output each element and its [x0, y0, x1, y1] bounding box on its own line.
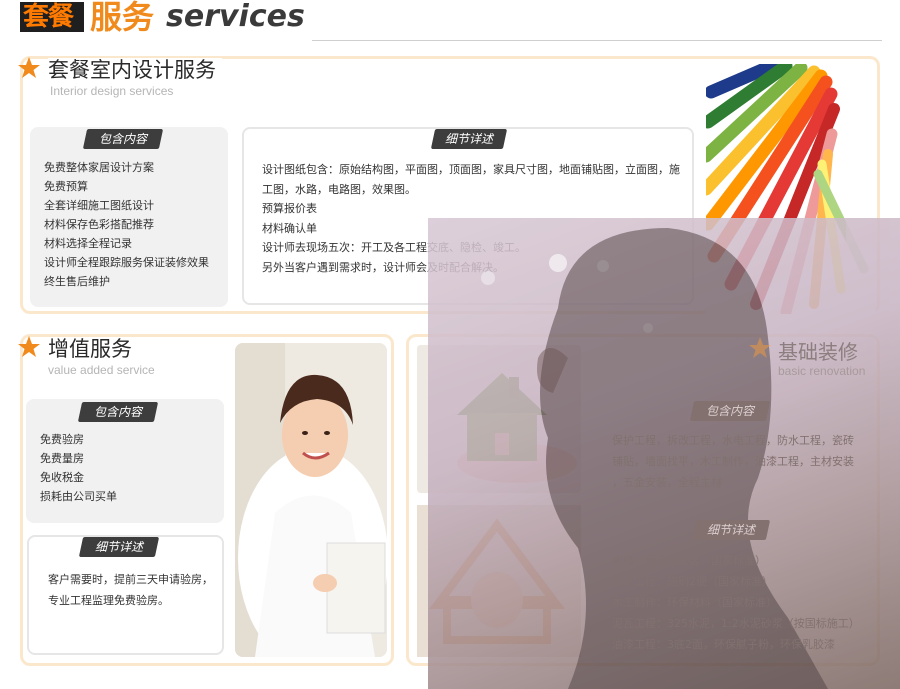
detail-line: 工图，水路，电路图，效果图。	[262, 182, 416, 196]
section3-included-label: 包含内容	[689, 401, 771, 421]
star-icon	[18, 57, 40, 78]
detail-line: 保护工程，拆改工程，水电工程，防水工程，瓷砖	[612, 434, 854, 447]
section1-included-list: 免费整体家居设计方案 免费预算 全套详细施工图纸设计 材料保存色彩搭配推荐 材料…	[44, 158, 209, 291]
section2-included-label: 包含内容	[77, 402, 159, 422]
detail-line: 铺贴，墙面找平，木工制作，油漆工程，主材安装	[612, 455, 854, 468]
detail-line: 防水工程：施刷2便（国家标准）	[612, 575, 773, 588]
header-divider	[312, 40, 882, 41]
section3-subtitle: basic renovation	[778, 364, 866, 378]
header-title-english: services	[166, 0, 305, 34]
section2-subtitle: value added service	[48, 363, 161, 377]
star-icon	[749, 337, 771, 358]
detail-line: ，五金安装，全程主材	[612, 476, 722, 489]
detail-line: 客户需要时，提前三天申请验房，	[48, 573, 213, 586]
section3-title: 基础装修	[778, 340, 858, 364]
section1-subtitle: Interior design services	[50, 84, 180, 98]
detail-line: 预算报价表	[262, 202, 317, 215]
section2-title: 增值服务	[48, 337, 138, 361]
detail-line: 油漆工程：3底2面，环保腻子粉，环保乳胶漆	[612, 638, 835, 651]
section1-included-label: 包含内容	[82, 129, 164, 149]
detail-line: 泥瓦工程：325水泥，1:2水泥砂浆（按国标施工）	[612, 617, 860, 630]
list-item: 损耗由公司买单	[40, 490, 117, 503]
list-item: 材料保存色彩搭配推荐	[44, 218, 154, 231]
list-item: 免费整体家居设计方案	[44, 161, 154, 174]
list-item: 免费预算	[44, 180, 88, 193]
list-item: 材料选择全程记录	[44, 237, 132, 250]
section2-included-list: 免费验房 免费量房 免收税金 损耗由公司买单	[40, 430, 117, 506]
section3-details-text: 水电：经过水安装（国家标准） 防水工程：施刷2便（国家标准） 木工制作：环保材料…	[612, 550, 892, 655]
section2-details-label: 细节详述	[78, 537, 160, 557]
detail-line: 木工制作：环保材料（国家标准）	[612, 596, 777, 609]
header-title-main: 服务	[90, 0, 155, 36]
list-item: 全套详细施工图纸设计	[44, 199, 154, 212]
section3-included-text: 保护工程，拆改工程，水电工程，防水工程，瓷砖 铺贴，墙面找平，木工制作，油漆工程…	[612, 430, 892, 493]
section2-details-text: 客户需要时，提前三天申请验房， 专业工程监理免费验房。	[48, 569, 222, 611]
detail-line: 设计图纸包含：原始结构图，平面图，顶面图，家具尺寸图，地面铺贴图，立面图，施	[262, 163, 680, 176]
list-item: 免收税金	[40, 471, 84, 484]
section3-details-label: 细节详述	[691, 520, 771, 540]
star-icon	[18, 336, 40, 357]
detail-line: 专业工程监理免费验房。	[48, 594, 169, 607]
list-item: 终生售后维护	[44, 275, 110, 288]
list-item: 设计师全程跟踪服务保证装修效果	[44, 256, 209, 269]
list-item: 免费验房	[40, 433, 84, 446]
header-title-box-text: 套餐	[23, 2, 74, 32]
list-item: 免费量房	[40, 452, 84, 465]
section1-details-label: 细节详述	[430, 129, 508, 149]
detail-line: 水电：经过水安装（国家标准）	[612, 554, 766, 567]
section1-title: 套餐室内设计服务	[48, 58, 222, 82]
nurse-photo	[235, 343, 387, 657]
overlay-woman-photo: 基础装修 basic renovation 包含内容 保护工程，拆改工程，水电工…	[428, 218, 900, 689]
